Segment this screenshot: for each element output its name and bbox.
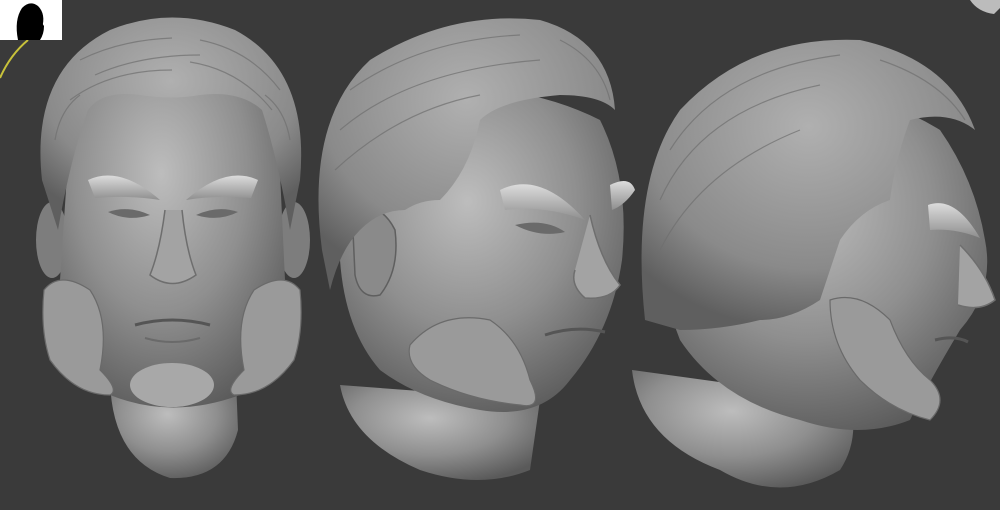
front-view-head xyxy=(36,17,310,479)
zbrush-canvas[interactable] xyxy=(0,0,1000,510)
corner-mesh-preview xyxy=(964,0,1000,22)
sculpt-views xyxy=(0,17,996,488)
profile-view-head xyxy=(632,39,996,488)
head-silhouette-icon xyxy=(16,3,44,40)
orientation-arc-icon[interactable] xyxy=(0,39,29,79)
three-quarter-view-head xyxy=(318,18,635,480)
navigator-thumbnail[interactable] xyxy=(0,0,62,40)
